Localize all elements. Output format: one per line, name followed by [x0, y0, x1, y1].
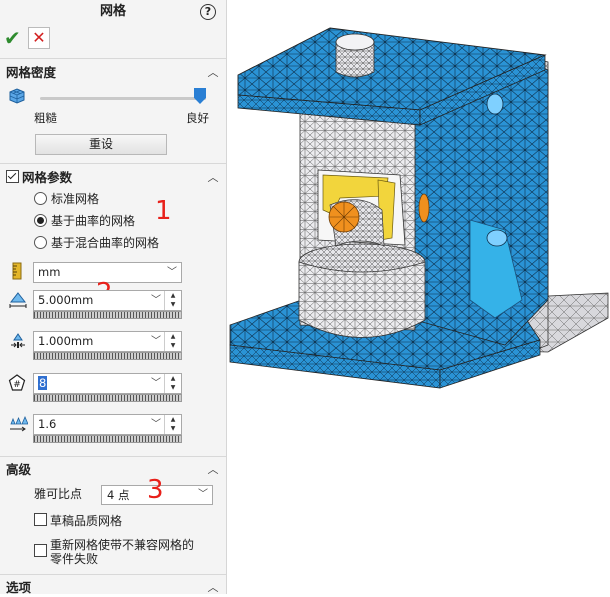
radio-label: 基于混合曲率的网格	[51, 236, 160, 250]
selected-text: 8	[38, 376, 48, 390]
growth-ratio-field[interactable]: 1.6 ﹀ ▲ ▼	[33, 414, 182, 435]
ruler-icon	[8, 262, 26, 280]
svg-text:#: #	[13, 380, 21, 390]
draft-quality-checkbox[interactable]	[34, 513, 47, 526]
mesh-property-panel: 网格 ? ✔ ✕ 网格密度 ︿ 粗糙 良好 重设 网格参数 ︿ 标准网格 基于曲…	[0, 0, 227, 594]
options-title: 选项	[6, 580, 32, 594]
mesh-params-title: 网格参数	[22, 170, 73, 185]
annotation-marker-3: 3	[147, 475, 164, 505]
chevron-down-icon[interactable]: ﹀	[150, 332, 162, 351]
panel-title: 网格	[99, 4, 126, 19]
graphics-viewport[interactable]	[228, 0, 610, 594]
radio-blended-curvature-mesh[interactable]: 基于混合曲率的网格	[34, 235, 159, 251]
advanced-title: 高级	[6, 462, 32, 477]
thumbwheel[interactable]	[33, 352, 182, 360]
max-element-size-value: 5.000mm	[38, 293, 94, 307]
jacobian-value: 4 点	[107, 488, 130, 502]
divider	[0, 456, 226, 457]
max-element-size-icon	[8, 291, 27, 309]
divider	[0, 58, 226, 59]
circle-elements-icon: #	[8, 374, 26, 392]
mesh-params-checkbox[interactable]	[6, 170, 19, 183]
chevron-down-icon[interactable]: ﹀	[150, 374, 162, 393]
radio-standard-mesh[interactable]: 标准网格	[34, 191, 99, 207]
divider	[0, 574, 226, 575]
remesh-label-line1: 重新网格使带不兼容网格的	[50, 538, 195, 552]
min-element-size-icon	[8, 332, 26, 350]
chevron-down-icon[interactable]: ﹀	[166, 263, 178, 282]
radio-button[interactable]	[34, 192, 47, 205]
spinner-arrows[interactable]: ▲ ▼	[164, 291, 181, 310]
min-element-size-value: 1.000mm	[38, 334, 94, 348]
chevron-down-icon[interactable]: ﹀	[150, 415, 162, 434]
chevron-down-icon[interactable]: ﹀	[150, 291, 162, 310]
thumbwheel[interactable]	[33, 435, 182, 443]
chevron-down-icon[interactable]: ﹀	[197, 486, 209, 504]
growth-ratio-icon	[8, 415, 29, 433]
unit-value: mm	[38, 265, 61, 279]
collapse-chevron-icon[interactable]: ︿	[206, 579, 220, 594]
remesh-label-line2: 零件失败	[50, 552, 99, 566]
circle-elements-field[interactable]: 8 ﹀ ▲ ▼	[33, 373, 182, 394]
advanced-header[interactable]: 高级 ︿	[6, 461, 220, 479]
annotation-marker-1: 1	[155, 196, 172, 226]
remesh-failed-label: 重新网格使带不兼容网格的 零件失败	[50, 538, 194, 566]
mesh-density-title: 网格密度	[6, 65, 57, 80]
min-element-size-field[interactable]: 1.000mm ﹀ ▲ ▼	[33, 331, 182, 352]
radio-label: 基于曲率的网格	[51, 214, 136, 228]
mesh-density-slider-track[interactable]	[40, 97, 206, 100]
spinner-arrows[interactable]: ▲ ▼	[164, 332, 181, 351]
options-header[interactable]: 选项 ︿	[6, 579, 220, 594]
radio-label: 标准网格	[51, 192, 100, 206]
ok-button[interactable]: ✔	[4, 27, 22, 49]
collapse-chevron-icon[interactable]: ︿	[206, 64, 220, 82]
fine-label: 良好	[186, 111, 209, 125]
max-element-size-field[interactable]: 5.000mm ﹀ ▲ ▼	[33, 290, 182, 311]
cancel-button[interactable]: ✕	[28, 27, 50, 49]
remesh-failed-option[interactable]: 重新网格使带不兼容网格的 零件失败	[34, 538, 194, 566]
collapse-chevron-icon[interactable]: ︿	[206, 169, 220, 187]
divider	[0, 163, 226, 164]
thumbwheel[interactable]	[33, 394, 182, 402]
collapse-chevron-icon[interactable]: ︿	[206, 461, 220, 479]
draft-quality-option[interactable]: 草稿品质网格	[34, 513, 122, 528]
spinner-arrows[interactable]: ▲ ▼	[164, 374, 181, 393]
remesh-failed-checkbox[interactable]	[34, 544, 47, 557]
mesh-density-slider-thumb[interactable]	[194, 88, 206, 104]
spinner-arrows[interactable]: ▲ ▼	[164, 415, 181, 434]
radio-button[interactable]	[34, 236, 47, 249]
coarse-label: 粗糙	[34, 111, 57, 125]
growth-ratio-value: 1.6	[38, 417, 57, 431]
circle-elements-value: 8	[38, 375, 48, 391]
mesh-density-icon	[8, 87, 26, 105]
thumbwheel[interactable]	[33, 311, 182, 319]
help-icon[interactable]: ?	[200, 4, 216, 20]
mesh-density-header[interactable]: 网格密度 ︿	[6, 64, 220, 82]
reset-button[interactable]: 重设	[35, 134, 167, 155]
jacobian-label: 雅可比点	[34, 487, 83, 501]
radio-curvature-mesh[interactable]: 基于曲率的网格	[34, 213, 135, 229]
radio-button[interactable]	[34, 214, 47, 227]
mesh-params-header[interactable]: 网格参数 ︿	[6, 169, 220, 187]
draft-quality-label: 草稿品质网格	[50, 514, 123, 528]
meshed-part-model[interactable]	[228, 0, 610, 594]
